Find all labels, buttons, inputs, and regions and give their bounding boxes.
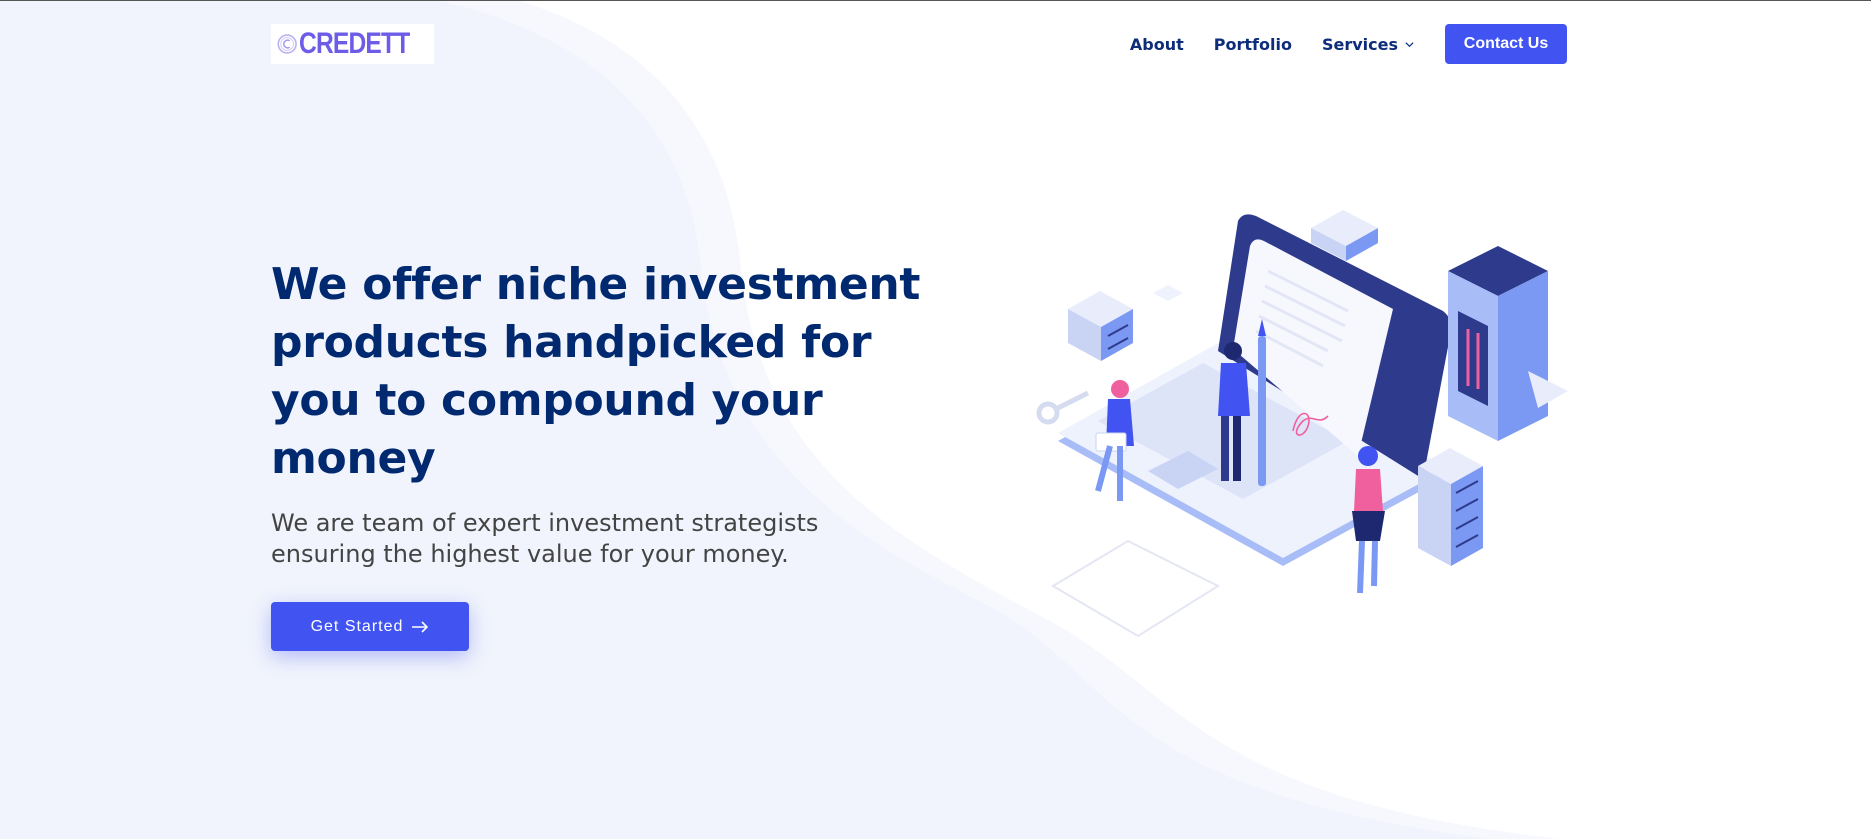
brand-name: CREDETT	[299, 27, 410, 60]
nav-link-services[interactable]: Services	[1322, 35, 1415, 54]
woman-sitting-figure	[1111, 380, 1129, 398]
hero-section: We offer niche investment products handp…	[271, 256, 931, 651]
key-icon	[1036, 390, 1090, 425]
get-started-label: Get Started	[310, 617, 404, 635]
brand-logo[interactable]: CREDETT	[271, 24, 434, 64]
floating-tile	[1153, 285, 1183, 301]
pen	[1258, 336, 1266, 486]
floor-outline	[1051, 539, 1221, 638]
man-figure	[1224, 342, 1242, 360]
hero-title: We offer niche investment products handp…	[271, 259, 921, 484]
site-header: CREDETT About Portfolio Services Contact…	[271, 24, 1567, 64]
contact-us-button[interactable]: Contact Us	[1445, 24, 1567, 64]
nav-link-services-label: Services	[1321, 34, 1398, 54]
hero-subtitle: We are team of expert investment strateg…	[271, 509, 819, 568]
nav-link-about[interactable]: About	[1130, 35, 1184, 54]
main-nav: About Portfolio Services Contact Us	[1130, 24, 1567, 64]
chevron-down-icon	[1405, 41, 1414, 47]
copyright-c-icon	[277, 34, 297, 54]
arrow-right-icon	[412, 620, 429, 633]
nav-link-portfolio[interactable]: Portfolio	[1214, 35, 1292, 54]
woman-standing-figure	[1358, 446, 1378, 466]
hero-illustration	[1036, 210, 1568, 638]
get-started-button[interactable]: Get Started	[271, 602, 469, 651]
server-stack-right	[1418, 448, 1483, 566]
server-stack-left	[1068, 291, 1133, 361]
server-tower-right	[1448, 246, 1568, 441]
